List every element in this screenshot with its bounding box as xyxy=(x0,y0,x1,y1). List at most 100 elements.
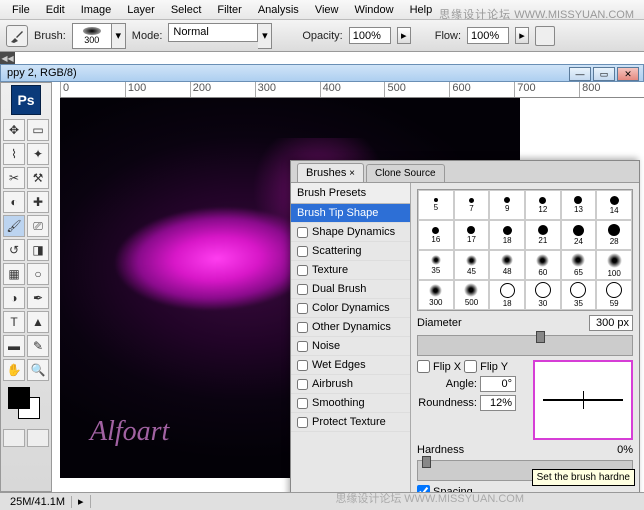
brush-option-airbrush[interactable]: Airbrush xyxy=(291,375,410,394)
brush-presets-header[interactable]: Brush Presets xyxy=(291,183,410,204)
crop-tool[interactable]: ✂ xyxy=(3,167,25,189)
healing-tool[interactable]: ✚ xyxy=(27,191,49,213)
brush-option-wet-edges[interactable]: Wet Edges xyxy=(291,356,410,375)
brush-thumb[interactable]: 500 xyxy=(454,280,490,310)
brush-thumb[interactable]: 300 xyxy=(418,280,454,310)
brush-thumb[interactable]: 17 xyxy=(454,220,490,250)
brush-option-checkbox[interactable] xyxy=(297,303,308,314)
brush-option-other-dynamics[interactable]: Other Dynamics xyxy=(291,318,410,337)
brush-option-checkbox[interactable] xyxy=(297,246,308,257)
dodge-tool[interactable]: ◑ xyxy=(3,287,25,309)
brush-option-shape-dynamics[interactable]: Shape Dynamics xyxy=(291,223,410,242)
type-tool[interactable]: T xyxy=(3,311,25,333)
brush-option-dual-brush[interactable]: Dual Brush xyxy=(291,280,410,299)
menu-help[interactable]: Help xyxy=(402,2,441,18)
path-select-tool[interactable]: ▲ xyxy=(27,311,49,333)
menu-edit[interactable]: Edit xyxy=(38,2,73,18)
brush-thumb[interactable]: 35 xyxy=(561,280,597,310)
flipx-checkbox[interactable] xyxy=(417,360,430,373)
blend-mode-select[interactable]: Normal xyxy=(168,23,258,42)
brush-angle-preview[interactable] xyxy=(533,360,633,440)
eraser-tool[interactable]: ◨ xyxy=(27,239,49,261)
brush-thumb[interactable]: 14 xyxy=(596,190,632,220)
brush-thumb[interactable]: 18 xyxy=(489,280,525,310)
gradient-tool[interactable]: ▦ xyxy=(3,263,25,285)
brush-option-brush-tip-shape[interactable]: Brush Tip Shape xyxy=(291,204,410,223)
window-maximize-button[interactable]: ▭ xyxy=(593,67,615,81)
menu-filter[interactable]: Filter xyxy=(209,2,249,18)
brush-preset-dropdown[interactable]: ▾ xyxy=(112,23,126,49)
brush-thumb[interactable]: 7 xyxy=(454,190,490,220)
brush-thumb[interactable]: 35 xyxy=(418,250,454,280)
move-tool[interactable]: ✥ xyxy=(3,119,25,141)
brush-thumb[interactable]: 60 xyxy=(525,250,561,280)
eyedropper-tool[interactable]: ◐ xyxy=(3,191,25,213)
color-swatches[interactable] xyxy=(8,387,44,423)
magic-wand-tool[interactable]: ✦ xyxy=(27,143,49,165)
brush-thumb[interactable]: 24 xyxy=(561,220,597,250)
foreground-swatch[interactable] xyxy=(8,387,30,409)
menu-image[interactable]: Image xyxy=(73,2,120,18)
brush-thumb[interactable]: 9 xyxy=(489,190,525,220)
window-minimize-button[interactable]: — xyxy=(569,67,591,81)
diameter-slider[interactable] xyxy=(417,335,633,356)
brush-tool[interactable]: 🖌 xyxy=(3,215,25,237)
brush-option-noise[interactable]: Noise xyxy=(291,337,410,356)
notes-tool[interactable]: ✎ xyxy=(27,335,49,357)
quickmask-standard[interactable] xyxy=(3,429,25,447)
menu-select[interactable]: Select xyxy=(163,2,210,18)
brush-thumb[interactable]: 16 xyxy=(418,220,454,250)
brush-option-checkbox[interactable] xyxy=(297,227,308,238)
brush-thumb[interactable]: 100 xyxy=(596,250,632,280)
stamp-tool[interactable]: ⎚ xyxy=(27,215,49,237)
opacity-slider-toggle[interactable]: ▸ xyxy=(397,27,411,44)
airbrush-toggle-icon[interactable] xyxy=(535,26,555,46)
tab-clone-source[interactable]: Clone Source xyxy=(366,164,445,182)
screenmode-button[interactable] xyxy=(27,429,49,447)
history-brush-tool[interactable]: ↺ xyxy=(3,239,25,261)
slice-tool[interactable]: ⚒ xyxy=(27,167,49,189)
menu-view[interactable]: View xyxy=(307,2,347,18)
blur-tool[interactable]: ○ xyxy=(27,263,49,285)
status-arrow[interactable]: ▸ xyxy=(72,495,91,508)
menu-layer[interactable]: Layer xyxy=(119,2,163,18)
brush-option-checkbox[interactable] xyxy=(297,398,308,409)
pen-tool[interactable]: ✒ xyxy=(27,287,49,309)
diameter-input[interactable]: 300 px xyxy=(589,315,633,331)
window-close-button[interactable]: ✕ xyxy=(617,67,639,81)
flipy-checkbox[interactable] xyxy=(464,360,477,373)
panel-collapse-tab[interactable]: ◀◀ xyxy=(0,52,15,64)
brush-option-color-dynamics[interactable]: Color Dynamics xyxy=(291,299,410,318)
blend-mode-dropdown[interactable]: ▾ xyxy=(258,23,272,49)
flow-input[interactable]: 100% xyxy=(467,27,509,44)
brush-option-checkbox[interactable] xyxy=(297,341,308,352)
tab-brushes[interactable]: Brushes × xyxy=(297,163,364,182)
brush-thumb[interactable]: 21 xyxy=(525,220,561,250)
brush-thumb[interactable]: 28 xyxy=(596,220,632,250)
brush-option-checkbox[interactable] xyxy=(297,417,308,428)
menu-file[interactable]: File xyxy=(4,2,38,18)
brush-thumb[interactable]: 59 xyxy=(596,280,632,310)
opacity-input[interactable]: 100% xyxy=(349,27,391,44)
brush-option-checkbox[interactable] xyxy=(297,265,308,276)
brush-thumb[interactable]: 13 xyxy=(561,190,597,220)
brush-thumb[interactable]: 65 xyxy=(561,250,597,280)
roundness-input[interactable]: 12% xyxy=(480,395,516,411)
brush-option-protect-texture[interactable]: Protect Texture xyxy=(291,413,410,432)
brush-option-checkbox[interactable] xyxy=(297,360,308,371)
brush-option-checkbox[interactable] xyxy=(297,284,308,295)
brush-thumb[interactable]: 18 xyxy=(489,220,525,250)
brush-thumb[interactable]: 12 xyxy=(525,190,561,220)
brush-thumb[interactable]: 5 xyxy=(418,190,454,220)
menu-window[interactable]: Window xyxy=(346,2,401,18)
flow-slider-toggle[interactable]: ▸ xyxy=(515,27,529,44)
brush-option-smoothing[interactable]: Smoothing xyxy=(291,394,410,413)
brush-option-checkbox[interactable] xyxy=(297,379,308,390)
brush-preset-picker[interactable]: 300 xyxy=(72,23,112,49)
brush-thumb[interactable]: 48 xyxy=(489,250,525,280)
brush-option-texture[interactable]: Texture xyxy=(291,261,410,280)
hand-tool[interactable]: ✋ xyxy=(3,359,25,381)
lasso-tool[interactable]: ⌇ xyxy=(3,143,25,165)
zoom-tool[interactable]: 🔍 xyxy=(27,359,49,381)
shape-tool[interactable]: ▬ xyxy=(3,335,25,357)
